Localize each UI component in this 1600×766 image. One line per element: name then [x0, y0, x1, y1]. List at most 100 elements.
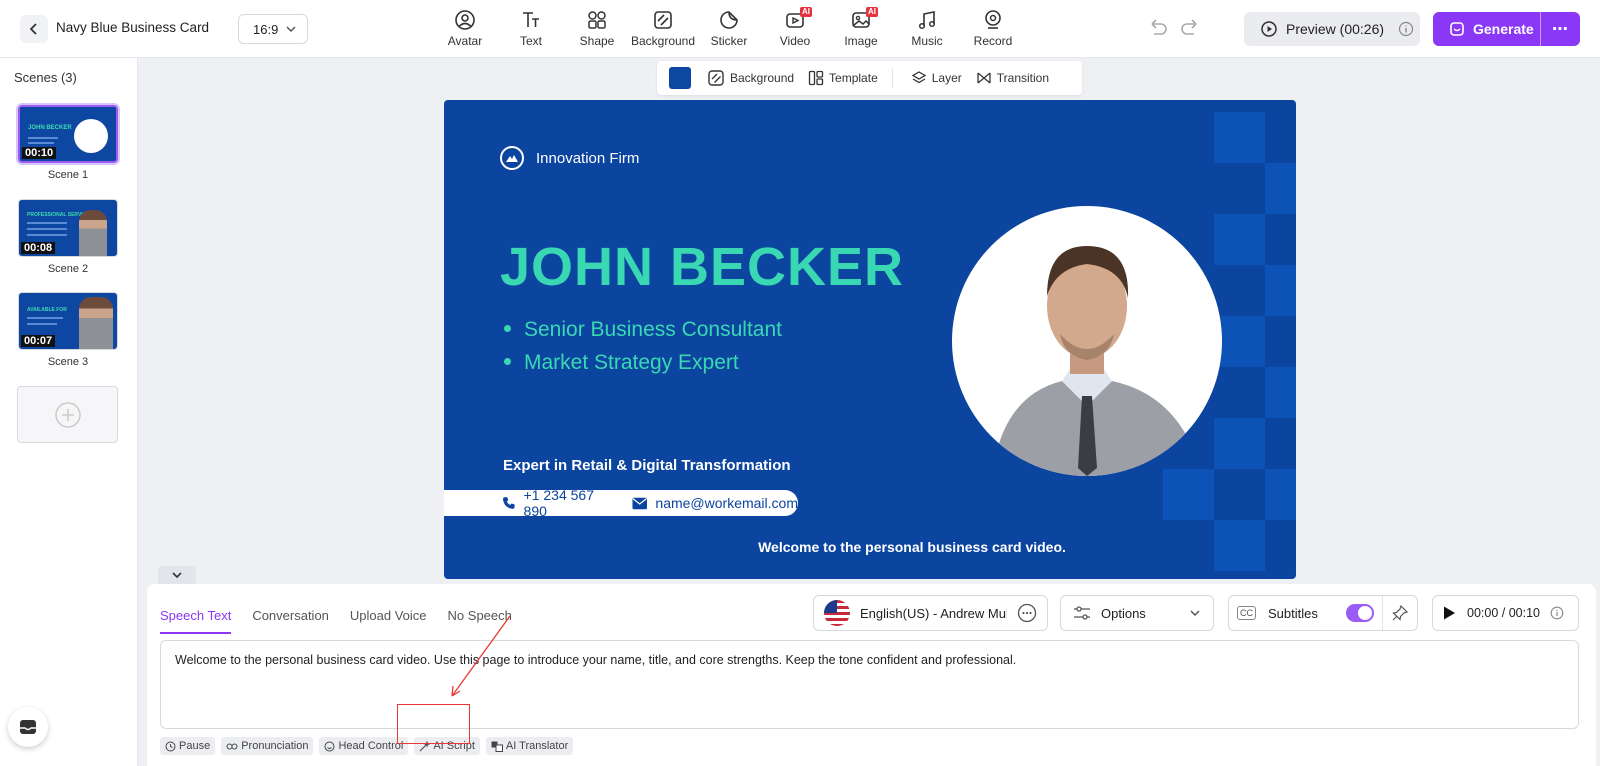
options-label: Options: [1101, 605, 1146, 621]
generate-main[interactable]: Generate: [1433, 12, 1541, 46]
tool-label: Record: [973, 34, 1013, 48]
voice-select[interactable]: English(US) - Andrew Multil...: [813, 595, 1048, 631]
layers-icon: [911, 71, 927, 84]
play-icon[interactable]: [1441, 605, 1457, 621]
firm-name: Innovation Firm: [536, 149, 640, 167]
aspect-ratio-select[interactable]: 16:9: [238, 14, 308, 44]
scene-thumbnail[interactable]: PROFESSIONAL SERVICES 00:08: [18, 199, 118, 257]
tool-text[interactable]: Text: [498, 6, 564, 50]
decor-square: [1265, 367, 1296, 418]
scene-label: Scene 1: [47, 169, 89, 181]
expertise-text[interactable]: Expert in Retail & Digital Transformatio…: [503, 457, 791, 474]
back-button[interactable]: [20, 15, 48, 43]
music-icon: [918, 11, 936, 30]
subtitles-toggle[interactable]: [1345, 604, 1374, 622]
subtitle-style-button[interactable]: [1382, 596, 1409, 630]
scene-thumbnail[interactable]: JOHN BECKER 00:10: [16, 103, 120, 165]
scene-duration: 00:10: [22, 147, 57, 159]
playback-time: 00:00 / 00:10: [1467, 606, 1540, 620]
undo-icon[interactable]: [1146, 18, 1170, 40]
speech-panel: Speech Text Conversation Upload Voice No…: [147, 584, 1596, 766]
head-control-label: Head Control: [338, 740, 404, 752]
contact-bar[interactable]: +1 234 567 890 name@workemail.com: [444, 487, 798, 519]
template-label: Template: [829, 71, 878, 85]
add-scene-button[interactable]: [17, 386, 118, 443]
ai-translator-button[interactable]: AI Translator: [485, 737, 574, 755]
pause-button[interactable]: Pause: [160, 737, 216, 755]
transition-button[interactable]: Transition: [976, 70, 1049, 86]
tool-record[interactable]: Record: [960, 6, 1026, 50]
person-portrait: [992, 246, 1202, 476]
scene-item[interactable]: AVAILABLE FOR 00:07 Scene 3: [18, 292, 118, 368]
scene-thumbnail[interactable]: AVAILABLE FOR 00:07: [18, 292, 118, 350]
tab-speech-text[interactable]: Speech Text: [160, 608, 232, 634]
avatar-icon: [455, 10, 475, 30]
tool-label: Music: [911, 34, 943, 48]
collapse-panel-button[interactable]: [158, 566, 196, 584]
info-icon[interactable]: [1398, 21, 1414, 37]
transition-icon: [977, 72, 991, 84]
head-control-button[interactable]: Head Control: [319, 737, 409, 755]
plus-circle-icon: [54, 401, 81, 428]
firm-brand[interactable]: Innovation Firm: [500, 146, 639, 170]
thumb-decor: AVAILABLE FOR: [27, 307, 67, 313]
top-bar: Navy Blue Business Card 16:9 Avatar Text…: [0, 0, 1600, 58]
role-item: Market Strategy Expert: [504, 351, 782, 375]
preview-button[interactable]: Preview (00:26): [1244, 12, 1420, 46]
thumb-decor: [27, 222, 67, 224]
speech-text-input[interactable]: Welcome to the personal business card vi…: [160, 640, 1579, 729]
help-button[interactable]: [8, 707, 48, 747]
options-select[interactable]: Options: [1060, 595, 1214, 631]
firm-logo-icon: [500, 146, 524, 170]
redo-icon[interactable]: [1178, 18, 1202, 40]
slide-canvas[interactable]: Innovation Firm JOHN BECKER Senior Busin…: [444, 100, 1296, 579]
play-circle-icon: [1261, 21, 1277, 37]
tool-shape[interactable]: Shape: [564, 6, 630, 50]
thumb-decor: [27, 323, 57, 325]
background-icon: [654, 11, 672, 29]
roles-list[interactable]: Senior Business Consultant Market Strate…: [504, 318, 782, 384]
chevron-down-icon: [172, 572, 182, 579]
aspect-ratio-value: 16:9: [253, 21, 279, 37]
generate-button[interactable]: Generate ⋯: [1433, 12, 1580, 46]
more-options-button[interactable]: ⋯: [1541, 19, 1580, 39]
chevron-down-icon: [1190, 610, 1200, 617]
info-icon[interactable]: [1550, 606, 1564, 620]
tool-label: Video: [779, 34, 811, 48]
template-icon: [808, 70, 824, 86]
person-name[interactable]: JOHN BECKER: [500, 236, 904, 298]
clock-icon: [165, 741, 176, 751]
scene-item[interactable]: PROFESSIONAL SERVICES 00:08 Scene 2: [18, 199, 118, 275]
tool-avatar[interactable]: Avatar: [432, 6, 498, 50]
tool-video[interactable]: AI Video: [762, 6, 828, 50]
thumb-decor: [27, 234, 67, 236]
pronunciation-button[interactable]: Pronunciation: [221, 737, 314, 755]
subtitle-caption: Welcome to the personal business card vi…: [758, 539, 1066, 555]
ai-badge: AI: [800, 7, 812, 17]
more-circle-icon[interactable]: [1017, 603, 1037, 623]
scene-label: Scene 2: [47, 263, 89, 275]
generate-label: Generate: [1473, 21, 1534, 37]
project-title[interactable]: Navy Blue Business Card: [56, 20, 209, 35]
thumb-person: [79, 297, 113, 349]
tool-background[interactable]: Background: [630, 6, 696, 50]
avatar-photo[interactable]: [952, 206, 1222, 476]
tool-music[interactable]: Music: [894, 6, 960, 50]
tool-sticker[interactable]: Sticker: [696, 6, 762, 50]
template-button[interactable]: Template: [808, 70, 878, 86]
tool-label: Text: [519, 34, 542, 48]
layer-button[interactable]: Layer: [911, 70, 962, 86]
insert-toolbar: Avatar Text Shape Background Sticker AI …: [432, 6, 1026, 50]
voice-name: English(US) - Andrew Multil...: [860, 605, 1007, 621]
background-color-swatch[interactable]: [669, 67, 691, 89]
tab-conversation[interactable]: Conversation: [252, 608, 329, 634]
tab-upload-voice[interactable]: Upload Voice: [350, 608, 427, 634]
script-tools: Pause Pronunciation Head Control AI Scri…: [160, 737, 574, 755]
ai-badge: AI: [866, 7, 878, 17]
pronunciation-icon: [226, 743, 238, 749]
tool-image[interactable]: AI Image: [828, 6, 894, 50]
canvas-background-button[interactable]: Background: [707, 69, 794, 87]
text-icon: [523, 12, 539, 27]
scene-label: Scene 3: [47, 356, 89, 368]
scene-item[interactable]: JOHN BECKER 00:10 Scene 1: [16, 103, 120, 181]
